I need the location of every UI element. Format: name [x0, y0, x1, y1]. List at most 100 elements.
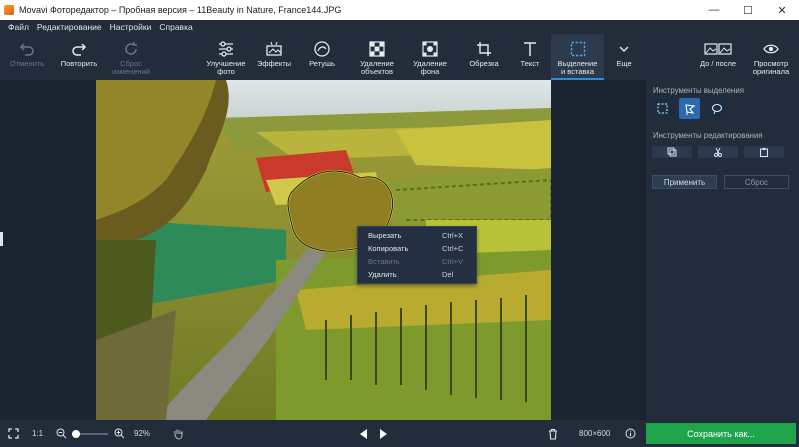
- redo-button[interactable]: Повторить: [54, 34, 104, 80]
- close-button[interactable]: ✕: [765, 0, 799, 20]
- crop-button[interactable]: Обрезка: [462, 34, 506, 80]
- redo-label: Повторить: [60, 59, 98, 68]
- image-dimensions-text: 800×600: [579, 429, 611, 438]
- enhance-label-2: фото: [217, 67, 235, 76]
- fit-screen-icon: [8, 428, 19, 439]
- enhance-photo-button[interactable]: Улучшение фото: [198, 34, 254, 80]
- reset-changes-button[interactable]: Сброс изменений: [106, 34, 156, 80]
- actual-size-label: 1:1: [32, 429, 44, 438]
- previous-image-button[interactable]: [360, 420, 368, 447]
- window-edge-handle: [0, 232, 3, 246]
- delete-shortcut: Del: [442, 270, 454, 279]
- redo-icon: [71, 38, 87, 60]
- remove-background-button[interactable]: Удаление фона: [404, 34, 456, 80]
- image-dimensions: 800×600: [579, 420, 610, 447]
- preview-original-button[interactable]: Просмотр оригинала: [748, 34, 794, 80]
- hand-tool-button[interactable]: [172, 420, 184, 447]
- paste-tool-button[interactable]: [744, 146, 784, 158]
- remove-objects-icon: [369, 38, 385, 60]
- cut-label: Вырезать: [368, 231, 402, 240]
- hand-icon: [174, 429, 183, 440]
- paste-icon: [760, 148, 768, 157]
- toolbar: Отменить Повторить Сброс изменений Улучш…: [0, 34, 799, 81]
- context-menu-delete[interactable]: Удалить Del: [358, 268, 476, 281]
- retouch-label: Ретушь: [309, 59, 335, 68]
- eye-icon: [763, 38, 779, 60]
- reset-button[interactable]: Сброс: [724, 175, 789, 189]
- effects-icon: [265, 38, 283, 60]
- effects-label: Эффекты: [256, 59, 292, 68]
- copy-shortcut: Ctrl+C: [442, 244, 464, 253]
- text-button[interactable]: Текст: [510, 34, 550, 80]
- next-image-button[interactable]: [379, 420, 387, 447]
- preview-original-label-2: оригинала: [752, 67, 790, 76]
- zoom-out-icon: [56, 428, 67, 439]
- zoom-value-text: 92%: [134, 429, 151, 438]
- fit-screen-button[interactable]: [8, 420, 19, 447]
- actual-size-button[interactable]: 1:1: [32, 420, 43, 447]
- zoom-slider-handle[interactable]: [71, 429, 80, 438]
- title-bar: Movavi Фоторедактор – Пробная версия – 1…: [0, 0, 799, 20]
- triangle-right-icon: [380, 428, 387, 439]
- app-logo-icon: [4, 5, 14, 15]
- effects-button[interactable]: Эффекты: [252, 34, 296, 80]
- maximize-button[interactable]: ☐: [731, 0, 765, 20]
- context-menu-paste: Вставить Ctrl+V: [358, 255, 476, 268]
- selection-icon: [570, 38, 586, 60]
- context-menu: Вырезать Ctrl+X Копировать Ctrl+C Встави…: [357, 226, 477, 284]
- retouch-button[interactable]: Ретушь: [300, 34, 344, 80]
- undo-icon: [19, 38, 35, 60]
- menu-help[interactable]: Справка: [159, 22, 192, 32]
- copy-tool-button[interactable]: [652, 146, 692, 158]
- context-menu-cut[interactable]: Вырезать Ctrl+X: [358, 229, 476, 242]
- rect-select-button[interactable]: [652, 98, 673, 119]
- text-icon: [522, 38, 538, 60]
- remove-background-label-2: фона: [420, 67, 440, 76]
- remove-background-icon: [422, 38, 438, 60]
- delete-image-button[interactable]: [548, 420, 558, 447]
- before-after-label: До / после: [699, 59, 737, 68]
- undo-button[interactable]: Отменить: [4, 34, 50, 80]
- menu-settings[interactable]: Настройки: [110, 22, 152, 32]
- reset-icon: [123, 38, 139, 60]
- window-title: Movavi Фоторедактор – Пробная версия – 1…: [19, 5, 342, 15]
- select-paste-button[interactable]: Выделение и вставка: [551, 34, 604, 80]
- cut-shortcut: Ctrl+X: [442, 231, 464, 240]
- apply-button[interactable]: Применить: [652, 175, 717, 189]
- polygon-lasso-button[interactable]: [679, 98, 700, 119]
- before-after-button[interactable]: До / после: [690, 34, 746, 80]
- chevron-down-icon: [618, 38, 630, 60]
- save-as-button[interactable]: Сохранить как...: [646, 423, 796, 444]
- crop-label: Обрезка: [469, 59, 499, 68]
- zoom-slider[interactable]: [71, 420, 108, 447]
- delete-label: Удалить: [368, 270, 397, 279]
- zoom-in-button[interactable]: [114, 420, 125, 447]
- minimize-button[interactable]: —: [697, 0, 731, 20]
- sliders-icon: [217, 38, 235, 60]
- context-menu-copy[interactable]: Копировать Ctrl+C: [358, 242, 476, 255]
- remove-objects-button[interactable]: Удаление объектов: [350, 34, 404, 80]
- zoom-out-button[interactable]: [56, 420, 67, 447]
- image-info-button[interactable]: [625, 420, 636, 447]
- trash-icon: [549, 428, 557, 440]
- info-icon: [625, 428, 636, 439]
- menu-edit[interactable]: Редактирование: [37, 22, 102, 32]
- remove-objects-label-2: объектов: [361, 67, 393, 76]
- menu-bar: Файл Редактирование Настройки Справка: [0, 20, 799, 34]
- more-label: Еще: [616, 59, 632, 68]
- before-after-icon: [704, 38, 732, 60]
- reset-changes-label-2: изменений: [112, 67, 150, 76]
- scissors-icon: [714, 147, 722, 157]
- edit-tools-label: Инструменты редактирования: [653, 131, 763, 140]
- paste-label: Вставить: [368, 257, 400, 266]
- more-button[interactable]: Еще: [606, 34, 642, 80]
- menu-file[interactable]: Файл: [8, 22, 29, 32]
- crop-icon: [476, 38, 492, 60]
- cut-tool-button[interactable]: [698, 146, 738, 158]
- photo-canvas[interactable]: [96, 80, 551, 420]
- select-paste-label-2: и вставка: [560, 67, 595, 76]
- zoom-value: 92%: [134, 420, 150, 447]
- paste-shortcut: Ctrl+V: [442, 257, 464, 266]
- lasso-button[interactable]: [706, 98, 727, 119]
- rect-select-icon: [657, 103, 668, 114]
